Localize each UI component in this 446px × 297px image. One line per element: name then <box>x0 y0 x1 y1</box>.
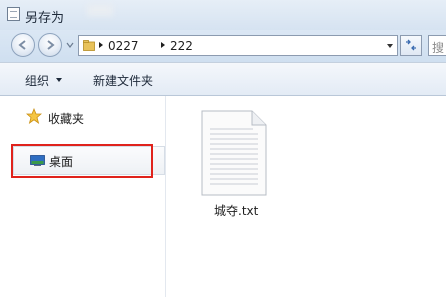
folder-icon <box>83 40 95 51</box>
arrow-left-icon <box>18 40 26 50</box>
file-name[interactable]: 城夺.txt <box>214 202 258 219</box>
command-toolbar: 组织 新建文件夹 <box>0 62 446 96</box>
forward-button[interactable] <box>38 33 62 57</box>
search-input[interactable]: 搜 <box>428 35 446 56</box>
refresh-button[interactable] <box>400 35 422 56</box>
organize-chevron-icon[interactable] <box>56 78 62 82</box>
back-button[interactable] <box>11 33 35 57</box>
breadcrumb-arrow-icon[interactable] <box>161 42 165 48</box>
title-bar: 另存为 <box>0 0 446 30</box>
window-icon <box>7 7 20 21</box>
recent-locations-chevron-icon[interactable] <box>66 41 74 49</box>
navigation-bar: 0227 222 搜 <box>0 30 446 62</box>
arrow-right-icon <box>47 40 55 50</box>
blurred-region <box>87 4 113 16</box>
text-file-icon[interactable] <box>201 110 267 196</box>
favorites-item[interactable]: 收藏夹 <box>48 110 84 127</box>
highlight-annotation <box>11 144 153 178</box>
new-folder-button[interactable]: 新建文件夹 <box>93 72 153 89</box>
refresh-icon <box>406 39 416 51</box>
breadcrumb-item[interactable]: 0227 <box>108 39 139 53</box>
file-list-pane: 城夺.txt <box>166 96 446 297</box>
address-dropdown-icon[interactable] <box>387 44 393 48</box>
star-icon <box>26 108 42 124</box>
breadcrumb-arrow-icon[interactable] <box>99 42 103 48</box>
window-title: 另存为 <box>25 11 65 26</box>
navigation-pane: 收藏夹 桌面 <box>0 96 166 297</box>
organize-button[interactable]: 组织 <box>25 72 49 89</box>
address-bar[interactable]: 0227 222 <box>78 35 398 56</box>
save-as-dialog: 另存为 0227 222 搜 组织 新建文件夹 收藏夹 桌面 城夺.txt <box>0 0 446 297</box>
breadcrumb-item[interactable]: 222 <box>170 39 193 53</box>
search-placeholder-fragment: 搜 <box>432 41 445 55</box>
